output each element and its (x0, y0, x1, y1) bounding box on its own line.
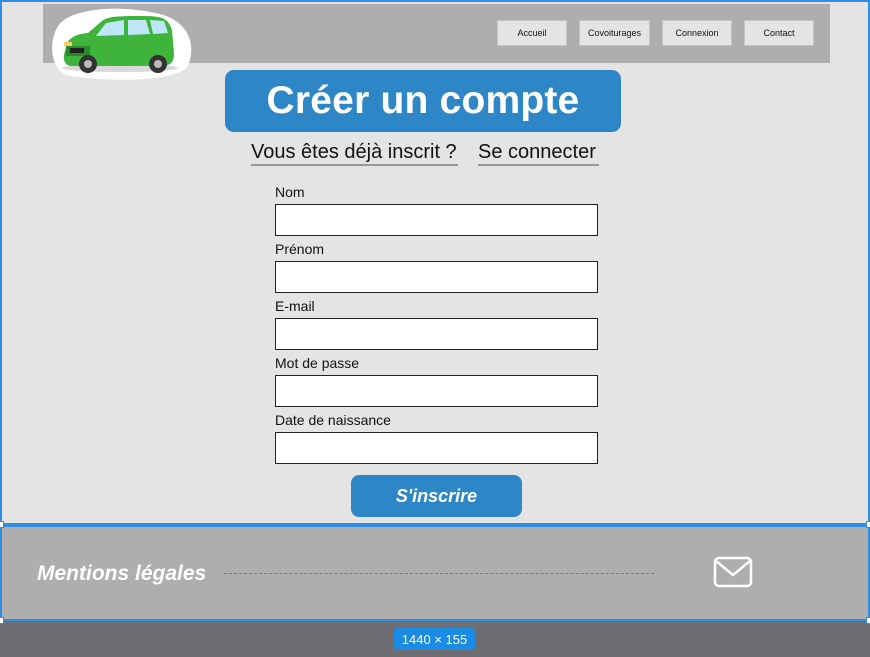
nav-accueil-button[interactable]: Accueil (497, 20, 567, 46)
resize-handle[interactable] (0, 521, 4, 528)
prenom-label: Prénom (275, 241, 325, 257)
resize-handle[interactable] (866, 617, 870, 624)
birthdate-input[interactable] (275, 432, 598, 464)
prenom-input[interactable] (275, 261, 598, 293)
nom-input[interactable] (275, 204, 598, 236)
nav-covoiturages-button[interactable]: Covoiturages (579, 20, 650, 46)
login-link[interactable]: Se connecter (478, 140, 599, 166)
page-frame: Accueil Covoiturages Connexion Contact C… (0, 0, 870, 525)
page-title: Créer un compte (225, 70, 621, 132)
smart-guide-line (224, 573, 654, 574)
signup-button[interactable]: S'inscrire (351, 475, 522, 517)
password-input[interactable] (275, 375, 598, 407)
resize-handle[interactable] (866, 521, 870, 528)
email-input[interactable] (275, 318, 598, 350)
resize-handle[interactable] (0, 617, 4, 624)
nav-connexion-button[interactable]: Connexion (662, 20, 732, 46)
legal-notice-link[interactable]: Mentions légales (37, 562, 206, 586)
mail-icon[interactable] (713, 556, 753, 588)
frame-size-badge: 1440 × 155 (394, 628, 475, 650)
car-icon[interactable] (50, 6, 192, 80)
footer: Mentions légales (0, 525, 870, 621)
email-label: E-mail (275, 298, 315, 314)
birthdate-label: Date de naissance (275, 412, 391, 428)
already-registered-text: Vous êtes déjà inscrit ? (251, 140, 458, 166)
nom-label: Nom (275, 184, 305, 200)
password-label: Mot de passe (275, 355, 360, 371)
nav-contact-button[interactable]: Contact (744, 20, 814, 46)
